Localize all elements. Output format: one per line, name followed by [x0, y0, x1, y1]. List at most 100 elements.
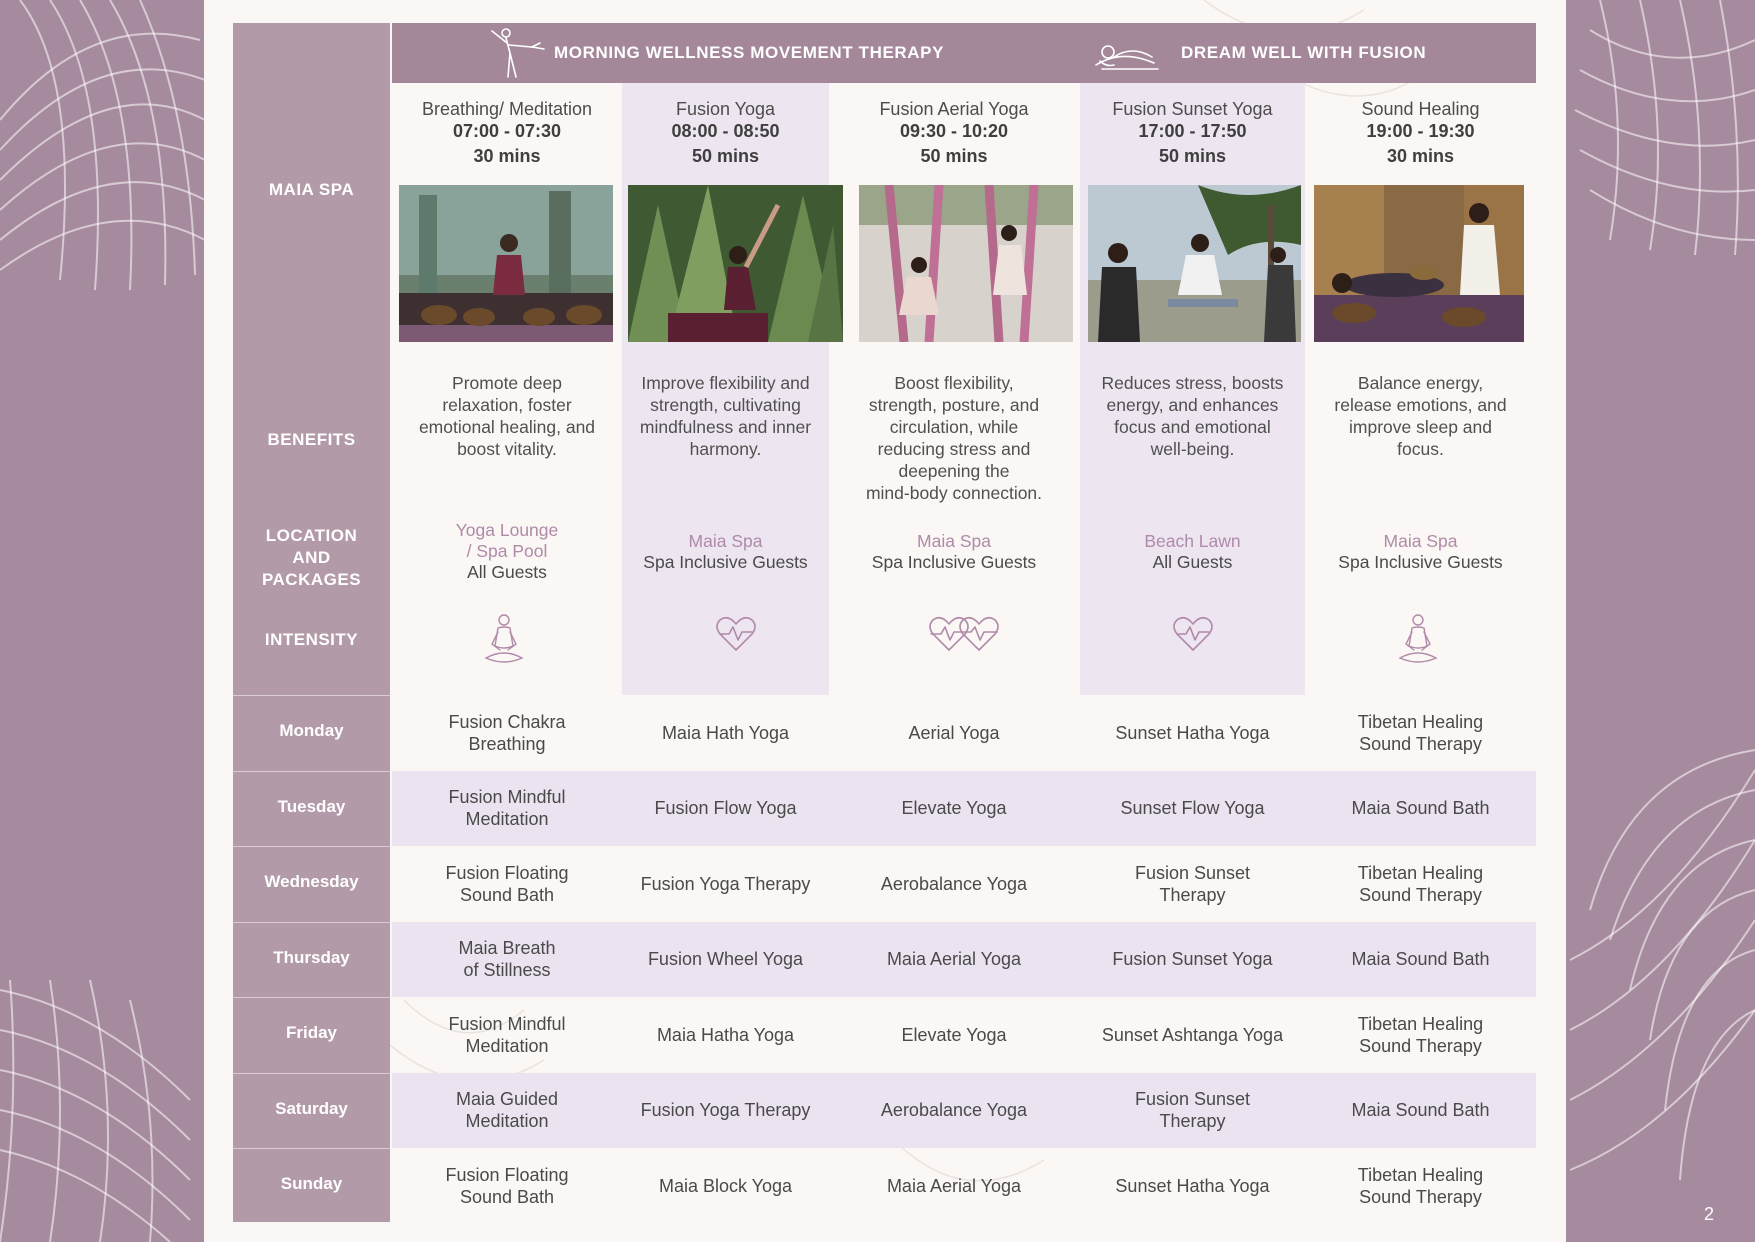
class-heading: Fusion Yoga 08:00 - 08:50 50 mins: [622, 98, 829, 167]
intensity-label: INTENSITY: [264, 630, 359, 649]
class-duration: 30 mins: [473, 146, 541, 166]
schedule-cell-text: Maia Aerial Yoga: [887, 948, 1021, 970]
schedule-cell: Fusion Sunset Therapy: [1080, 846, 1305, 922]
schedule-cell-text: Maia Hatha Yoga: [657, 1024, 794, 1046]
schedule-line: Fusion Wheel Yoga: [647, 949, 804, 970]
schedule-cell: Maia Aerial Yoga: [829, 1148, 1079, 1224]
row-divider: [233, 921, 390, 923]
row-divider: [233, 1148, 390, 1149]
class-duration: 50 mins: [691, 146, 760, 166]
class-location: Yoga Lounge / Spa Pool All Guests: [396, 520, 618, 583]
row-divider: [233, 997, 390, 998]
schedule-line: Sound Bath: [459, 884, 555, 905]
benefit-line: improve sleep and: [1349, 417, 1492, 437]
schedule-line: Sound Therapy: [1359, 733, 1482, 754]
class-location: Maia Spa Spa Inclusive Guests: [829, 531, 1079, 573]
class-duration: 30 mins: [1386, 146, 1455, 166]
schedule-cell-text: Elevate Yoga: [901, 797, 1006, 819]
schedule-cell-text: Aerobalance Yoga: [881, 1099, 1027, 1121]
evening-program-title: DREAM WELL WITH FUSION: [1181, 43, 1427, 62]
schedule-cell: Sunset Hatha Yoga: [1080, 695, 1305, 771]
class-photo: [1088, 185, 1301, 342]
package-name: Spa Inclusive Guests: [1338, 552, 1503, 572]
schedule-cell-text: Fusion Sunset Yoga: [1112, 948, 1272, 970]
benefit-line: focus and emotional: [1114, 417, 1271, 437]
schedule-cell: Fusion Sunset Therapy: [1080, 1073, 1305, 1149]
location-name: Maia Spa: [1383, 531, 1458, 551]
schedule-cell: Maia Sound Bath: [1305, 771, 1536, 847]
class-title: Sound Healing: [1361, 99, 1480, 119]
meditation-figure-icon: [482, 612, 526, 673]
class-benefit: Improve flexibility and strength, cultiva…: [622, 372, 829, 460]
schedule-cell: Fusion Wheel Yoga: [622, 922, 829, 998]
schedule-cell: Aerial Yoga: [829, 695, 1079, 771]
schedule-cell: Maia Guided Meditation: [396, 1073, 618, 1149]
schedule-cell-text: Maia Block Yoga: [659, 1175, 792, 1197]
schedule-cell-text: Sunset Hatha Yoga: [1115, 722, 1269, 744]
schedule-line: Fusion Floating: [445, 1164, 569, 1185]
package-name: Spa Inclusive Guests: [643, 552, 808, 572]
schedule-line: Aerobalance Yoga: [880, 1100, 1028, 1121]
schedule-line: Tibetan Healing: [1357, 862, 1484, 883]
schedule-cell-text: Fusion Sunset Therapy: [1135, 862, 1250, 906]
schedule-line: Breathing: [468, 733, 546, 754]
schedule-cell-text: Maia Breath of Stillness: [458, 937, 555, 981]
class-benefit: Boost flexibility, strength, posture, and…: [829, 372, 1079, 504]
class-location: Maia Spa Spa Inclusive Guests: [622, 531, 829, 573]
reclining-person-icon: [1095, 45, 1159, 70]
schedule-line: Fusion Sunset: [1134, 862, 1251, 883]
package-name: Spa Inclusive Guests: [871, 552, 1037, 572]
schedule-line: Sunset Ashtanga Yoga: [1101, 1024, 1284, 1045]
meditation-figure-icon: [1396, 612, 1440, 673]
schedule-cell: Fusion Floating Sound Bath: [396, 846, 618, 922]
schedule-line: Aerial Yoga: [908, 722, 1000, 743]
schedule-line: Maia Aerial Yoga: [886, 1175, 1022, 1196]
schedule-line: Sunset Hatha Yoga: [1115, 1175, 1270, 1196]
schedule-line: Sunset Flow Yoga: [1120, 798, 1265, 819]
benefit-line: energy, and enhances: [1106, 395, 1279, 415]
day-label: Saturday: [275, 1098, 348, 1118]
schedule-line: Fusion Chakra: [448, 711, 566, 732]
schedule-cell-text: Maia Hath Yoga: [662, 722, 789, 744]
heartbeat-icon: [1171, 612, 1215, 661]
class-benefit: Promote deep relaxation, foster emotional …: [396, 372, 618, 460]
benefit-line: Improve flexibility and: [641, 373, 810, 393]
schedule-cell: Fusion Floating Sound Bath: [396, 1148, 618, 1224]
schedule-cell-text: Maia Sound Bath: [1351, 948, 1489, 970]
benefit-line: circulation, while: [889, 417, 1019, 437]
schedule-cell-text: Maia Guided Meditation: [456, 1088, 558, 1132]
class-benefit: Reduces stress, boosts energy, and enhanc…: [1080, 372, 1305, 460]
row-divider: [233, 695, 390, 696]
schedule-cell: Maia Aerial Yoga: [829, 922, 1079, 998]
schedule-line: Elevate Yoga: [901, 1024, 1007, 1045]
schedule-line: Tibetan Healing: [1357, 1164, 1484, 1185]
schedule-line: Maia Guided: [455, 1089, 559, 1110]
schedule-line: Fusion Mindful: [448, 1013, 566, 1034]
location-name: Maia Spa: [917, 531, 991, 551]
class-title: Fusion Sunset Yoga: [1112, 99, 1273, 119]
schedule-line: Fusion Flow Yoga: [654, 798, 797, 819]
schedule-cell-text: Maia Sound Bath: [1351, 1099, 1489, 1121]
class-time: 17:00 - 17:50: [1138, 121, 1247, 141]
schedule-line: Maia Hath Yoga: [661, 722, 790, 743]
schedule-cell: Sunset Ashtanga Yoga: [1080, 997, 1305, 1073]
schedule-cell-text: Tibetan Healing Sound Therapy: [1358, 862, 1483, 906]
schedule-line: Sound Therapy: [1359, 1186, 1482, 1207]
heartbeat-icon: [714, 612, 758, 661]
schedule-line: Sunset Hatha Yoga: [1115, 722, 1270, 743]
benefit-line: well-being.: [1150, 439, 1235, 459]
schedule-cell: Elevate Yoga: [829, 997, 1079, 1073]
package-name: All Guests: [1152, 552, 1233, 572]
schedule-cell-text: Fusion Flow Yoga: [654, 797, 796, 819]
schedule-cell-text: Elevate Yoga: [901, 1024, 1006, 1046]
benefit-line: focus.: [1397, 439, 1444, 459]
schedule-cell: Fusion Sunset Yoga: [1080, 922, 1305, 998]
class-time: 07:00 - 07:30: [452, 121, 562, 141]
schedule-cell: Maia Breath of Stillness: [396, 922, 618, 998]
location-label: LOCATION AND PACKAGES: [261, 526, 362, 589]
day-label: Sunday: [280, 1174, 343, 1193]
schedule-line: Maia Breath: [458, 938, 556, 959]
schedule-cell: Fusion Flow Yoga: [622, 771, 829, 847]
schedule-line: Therapy: [1159, 1111, 1226, 1132]
class-title: Breathing/ Meditation: [421, 99, 593, 119]
